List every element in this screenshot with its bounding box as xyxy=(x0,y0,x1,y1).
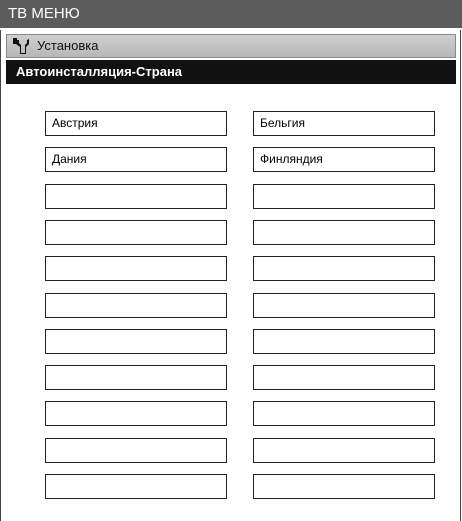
country-slot[interactable] xyxy=(45,401,227,426)
country-slot[interactable] xyxy=(253,438,435,463)
country-slot[interactable]: Бельгия xyxy=(253,111,435,136)
country-slot[interactable] xyxy=(45,220,227,245)
country-slot[interactable] xyxy=(45,438,227,463)
country-slot[interactable] xyxy=(253,474,435,499)
country-slot[interactable] xyxy=(253,329,435,354)
country-slot[interactable] xyxy=(45,474,227,499)
country-slot[interactable]: Финляндия xyxy=(253,147,435,172)
country-slot[interactable] xyxy=(45,256,227,281)
window-title: ТВ МЕНЮ xyxy=(8,5,80,22)
country-slot[interactable]: Дания xyxy=(45,147,227,172)
country-grid: Австрия Бельгия Дания Финляндия xyxy=(45,111,436,501)
country-slot[interactable] xyxy=(253,293,435,318)
country-slot[interactable]: Австрия xyxy=(45,111,227,136)
country-slot[interactable] xyxy=(45,184,227,209)
country-slot[interactable] xyxy=(253,256,435,281)
country-slot[interactable] xyxy=(45,293,227,318)
country-slot[interactable] xyxy=(253,401,435,426)
window-title-bar: ТВ МЕНЮ xyxy=(0,0,462,30)
country-slot[interactable] xyxy=(253,184,435,209)
section-header: Установка xyxy=(6,34,456,58)
page-subtitle: Автоинсталляция-Страна xyxy=(6,60,456,84)
country-slot[interactable] xyxy=(253,220,435,245)
country-slot[interactable] xyxy=(45,365,227,390)
wrench-icon xyxy=(12,37,32,55)
section-label: Установка xyxy=(37,38,99,53)
country-slot[interactable] xyxy=(253,365,435,390)
country-slot[interactable] xyxy=(45,329,227,354)
